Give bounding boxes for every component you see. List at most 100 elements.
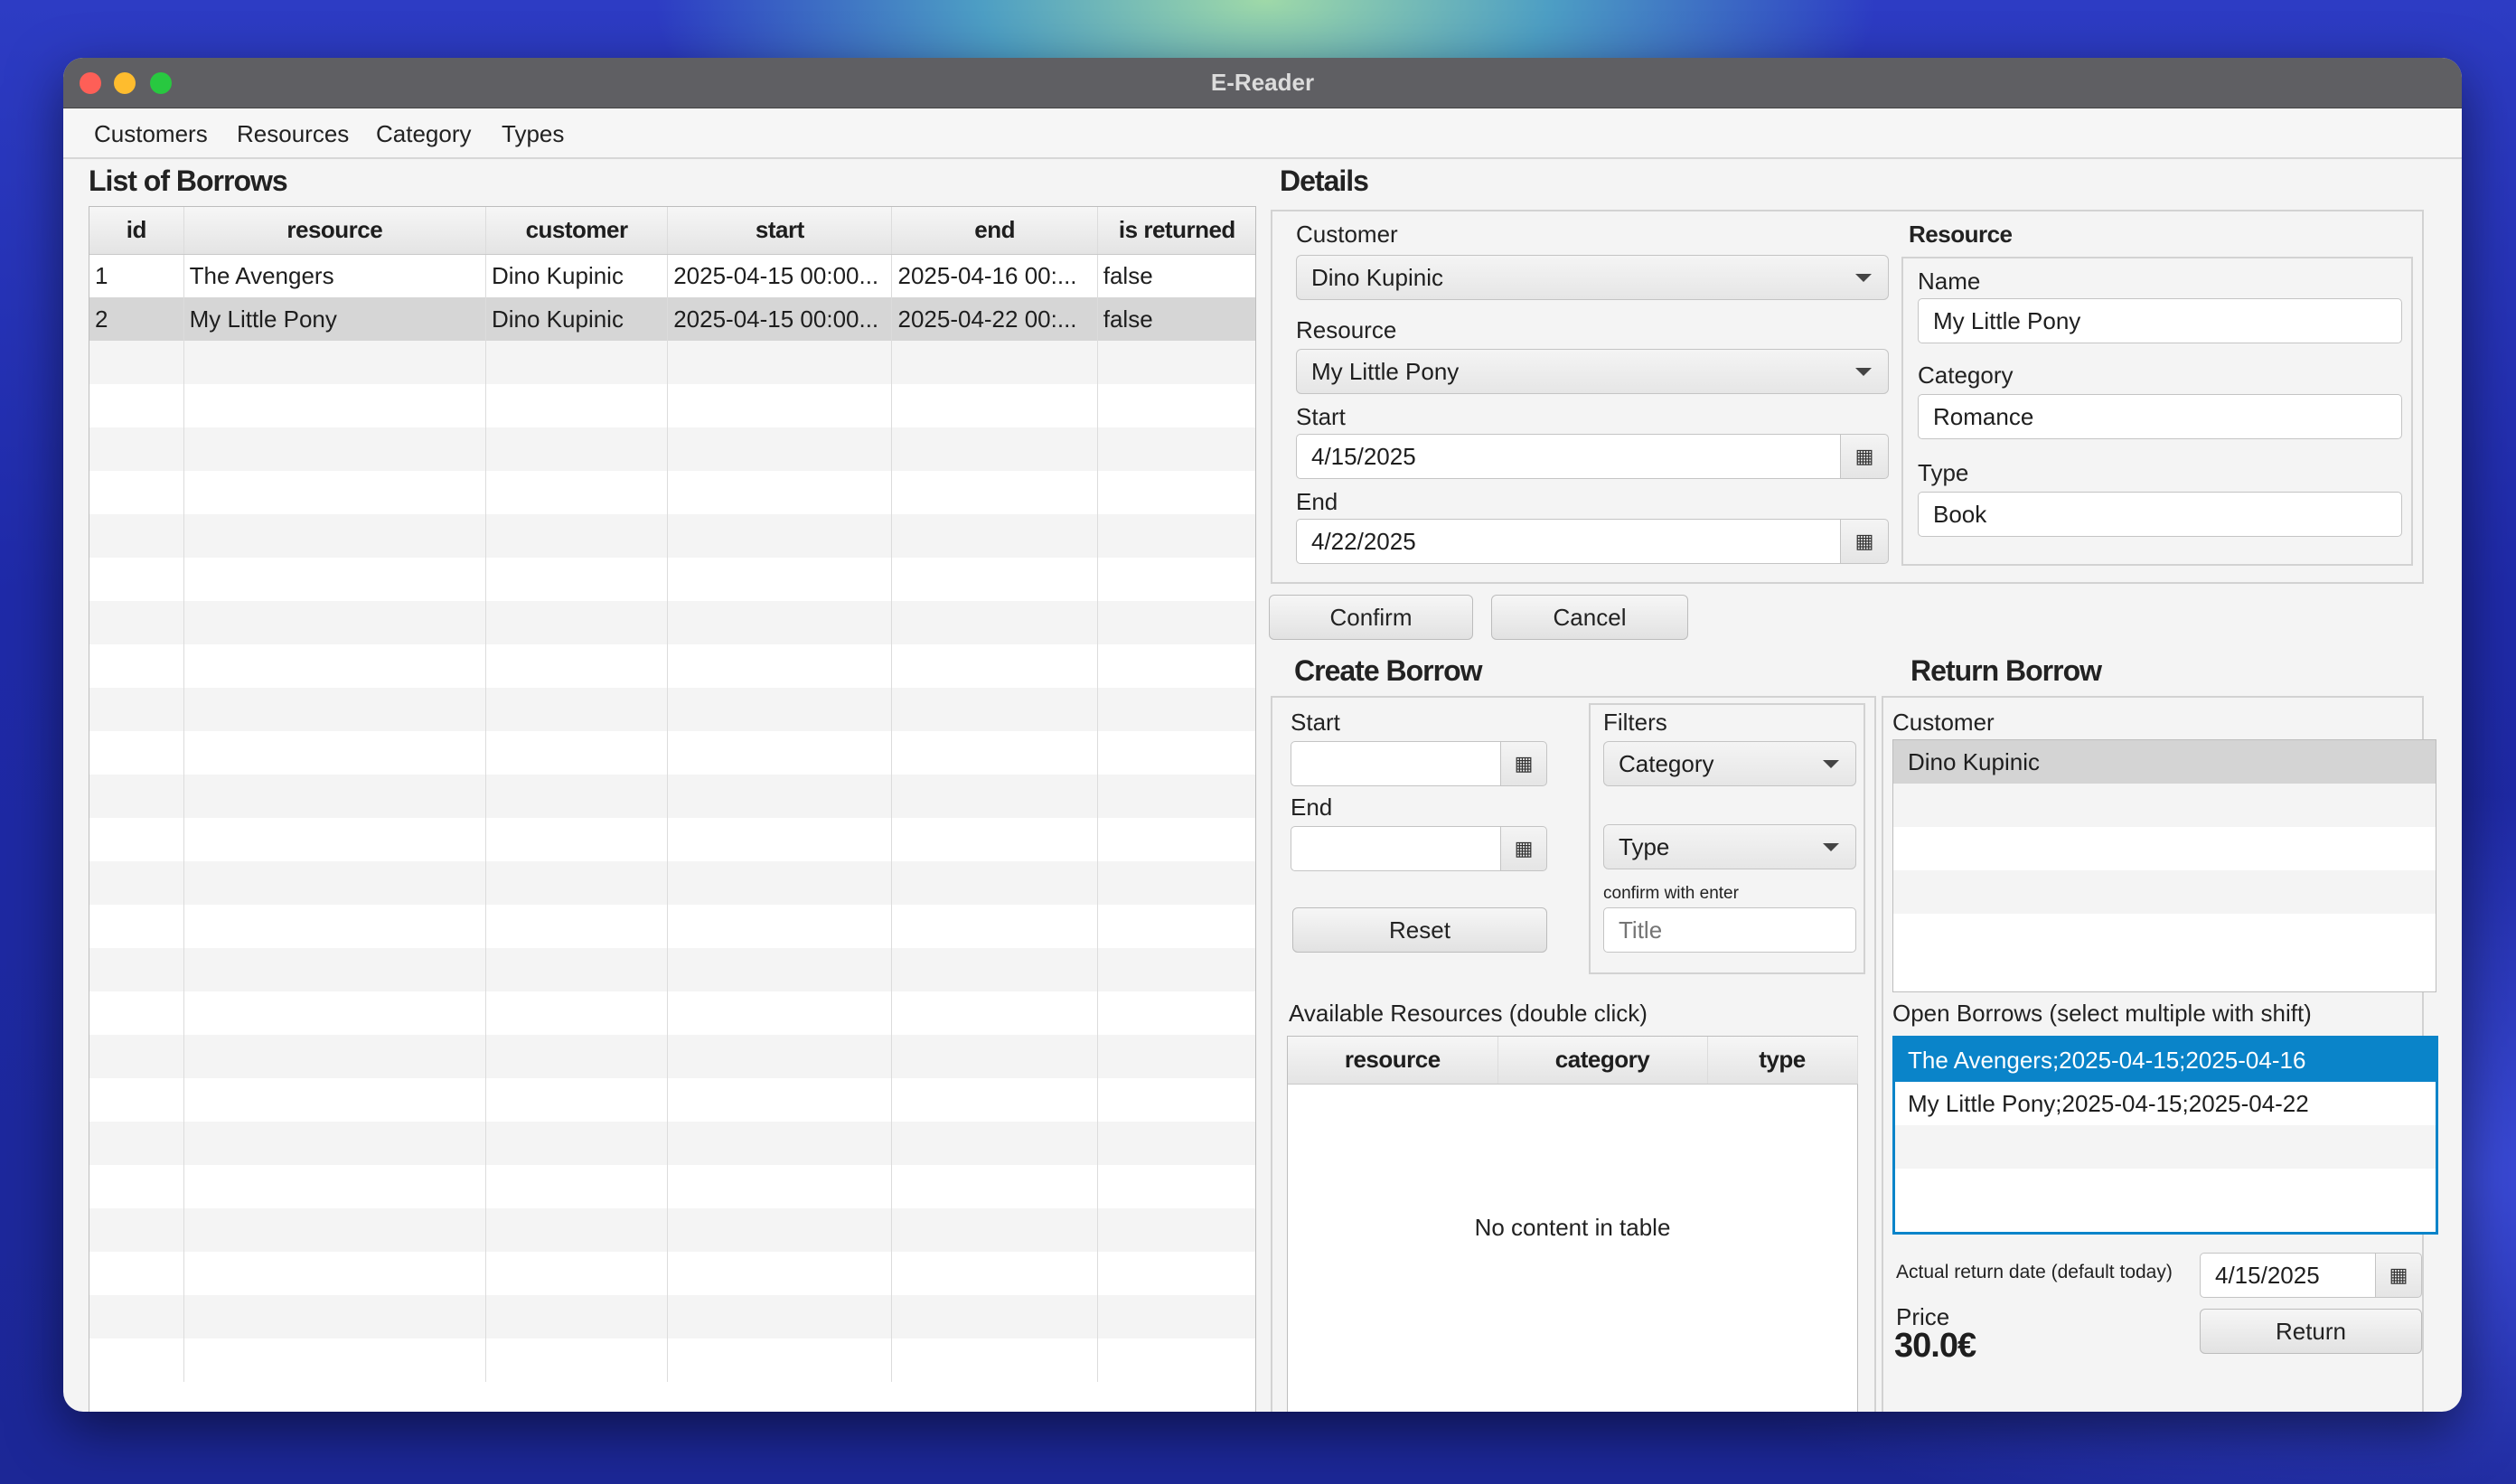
- category-filter-combo[interactable]: Category: [1603, 741, 1856, 786]
- cell-empty: [667, 1295, 893, 1338]
- cell-empty: [183, 861, 486, 905]
- details-end-field[interactable]: 4/22/2025: [1296, 519, 1842, 564]
- cell-empty: [1097, 1208, 1255, 1252]
- cell-empty: [89, 1165, 184, 1208]
- cell-empty: [1097, 731, 1255, 775]
- return-button[interactable]: Return: [2200, 1309, 2422, 1354]
- list-item-selected[interactable]: The Avengers;2025-04-15;2025-04-16: [1895, 1038, 2436, 1082]
- list-item-empty: [1893, 827, 2436, 870]
- table-row-empty: [89, 558, 1255, 601]
- resource-name-field[interactable]: My Little Pony: [1918, 298, 2402, 343]
- available-resources-label: Available Resources (double click): [1289, 1000, 1648, 1027]
- cell-empty: [667, 818, 893, 861]
- return-borrow-heading: Return Borrow: [1910, 654, 2102, 687]
- cell-empty: [485, 341, 669, 384]
- cell-empty: [667, 471, 893, 514]
- list-item[interactable]: Dino Kupinic: [1893, 740, 2436, 784]
- cell-empty: [1097, 775, 1255, 818]
- table-row[interactable]: 1 The Avengers Dino Kupinic 2025-04-15 0…: [89, 254, 1255, 297]
- reset-button[interactable]: Reset: [1292, 907, 1547, 953]
- resource-type-label: Type: [1918, 459, 1969, 486]
- create-end-calendar-button[interactable]: ▦: [1500, 826, 1547, 871]
- col-resource[interactable]: resource: [1288, 1037, 1498, 1085]
- cancel-button[interactable]: Cancel: [1491, 595, 1688, 640]
- cell-empty: [1097, 818, 1255, 861]
- cell-id: 1: [89, 254, 184, 297]
- col-type[interactable]: type: [1707, 1037, 1858, 1085]
- details-start-field[interactable]: 4/15/2025: [1296, 434, 1842, 479]
- menu-types[interactable]: Types: [502, 120, 564, 148]
- col-id[interactable]: id: [89, 207, 184, 255]
- type-filter-combo[interactable]: Type: [1603, 824, 1856, 869]
- title-filter-input[interactable]: [1603, 907, 1856, 953]
- cell-empty: [891, 731, 1098, 775]
- cell-empty: [667, 341, 893, 384]
- resource-category-field[interactable]: Romance: [1918, 394, 2402, 439]
- available-resources-table[interactable]: resource category type No content in tab…: [1287, 1036, 1858, 1412]
- cell-empty: [183, 601, 486, 644]
- cell-empty: [667, 384, 893, 427]
- table-row-selected[interactable]: 2 My Little Pony Dino Kupinic 2025-04-15…: [89, 297, 1255, 341]
- cell-empty: [485, 948, 669, 991]
- dropdown-arrow-icon: [1823, 843, 1839, 851]
- return-date-field[interactable]: 4/15/2025: [2200, 1253, 2377, 1298]
- menu-customers[interactable]: Customers: [94, 120, 208, 148]
- open-borrows-list[interactable]: The Avengers;2025-04-15;2025-04-16 My Li…: [1892, 1036, 2438, 1235]
- cell-empty: [1097, 1338, 1255, 1382]
- cell-empty: [891, 558, 1098, 601]
- cell-empty: [891, 427, 1098, 471]
- cell-empty: [667, 688, 893, 731]
- col-end[interactable]: end: [891, 207, 1098, 255]
- cell-empty: [1097, 861, 1255, 905]
- col-resource[interactable]: resource: [183, 207, 486, 255]
- cell-empty: [89, 688, 184, 731]
- cell-empty: [485, 514, 669, 558]
- cell-empty: [89, 948, 184, 991]
- resource-name-label: Name: [1918, 268, 1981, 295]
- details-resource-combo[interactable]: My Little Pony: [1296, 349, 1889, 394]
- cell-empty: [89, 427, 184, 471]
- cell-empty: [485, 644, 669, 688]
- cell-empty: [1097, 948, 1255, 991]
- cell-empty: [89, 818, 184, 861]
- cell-empty: [183, 948, 486, 991]
- create-start-calendar-button[interactable]: ▦: [1500, 741, 1547, 786]
- table-row-empty: [89, 427, 1255, 471]
- cell-empty: [1097, 384, 1255, 427]
- details-end-calendar-button[interactable]: ▦: [1840, 519, 1889, 564]
- table-row-empty: [89, 601, 1255, 644]
- details-start-calendar-button[interactable]: ▦: [1840, 434, 1889, 479]
- table-row-empty: [89, 1295, 1255, 1338]
- borrows-table[interactable]: id resource customer start end is return…: [89, 206, 1256, 1412]
- menu-resources[interactable]: Resources: [237, 120, 349, 148]
- table-row-empty: [89, 1208, 1255, 1252]
- return-customer-list[interactable]: Dino Kupinic: [1892, 739, 2436, 992]
- details-customer-value: Dino Kupinic: [1311, 263, 1443, 291]
- open-borrows-label: Open Borrows (select multiple with shift…: [1892, 1000, 2312, 1027]
- cell-empty: [667, 1338, 893, 1382]
- cell-empty: [89, 775, 184, 818]
- dropdown-arrow-icon: [1855, 274, 1872, 282]
- col-start[interactable]: start: [667, 207, 893, 255]
- table-row-empty: [89, 775, 1255, 818]
- col-is-returned[interactable]: is returned: [1097, 207, 1255, 255]
- col-category[interactable]: category: [1497, 1037, 1708, 1085]
- cell-empty: [667, 1035, 893, 1078]
- create-end-field[interactable]: [1291, 826, 1502, 871]
- create-start-field[interactable]: [1291, 741, 1502, 786]
- cell-empty: [183, 1165, 486, 1208]
- return-date-calendar-button[interactable]: ▦: [2375, 1253, 2422, 1298]
- menu-category[interactable]: Category: [376, 120, 472, 148]
- resource-type-field[interactable]: Book: [1918, 492, 2402, 537]
- details-customer-combo[interactable]: Dino Kupinic: [1296, 255, 1889, 300]
- type-filter-value: Type: [1619, 832, 1670, 860]
- cell-empty: [667, 731, 893, 775]
- cell-empty: [183, 1295, 486, 1338]
- list-item[interactable]: My Little Pony;2025-04-15;2025-04-22: [1895, 1082, 2436, 1125]
- cell-empty: [667, 1252, 893, 1295]
- table-row-empty: [89, 1035, 1255, 1078]
- col-customer[interactable]: customer: [485, 207, 669, 255]
- cell-empty: [891, 1078, 1098, 1122]
- cell-empty: [891, 775, 1098, 818]
- confirm-button[interactable]: Confirm: [1269, 595, 1473, 640]
